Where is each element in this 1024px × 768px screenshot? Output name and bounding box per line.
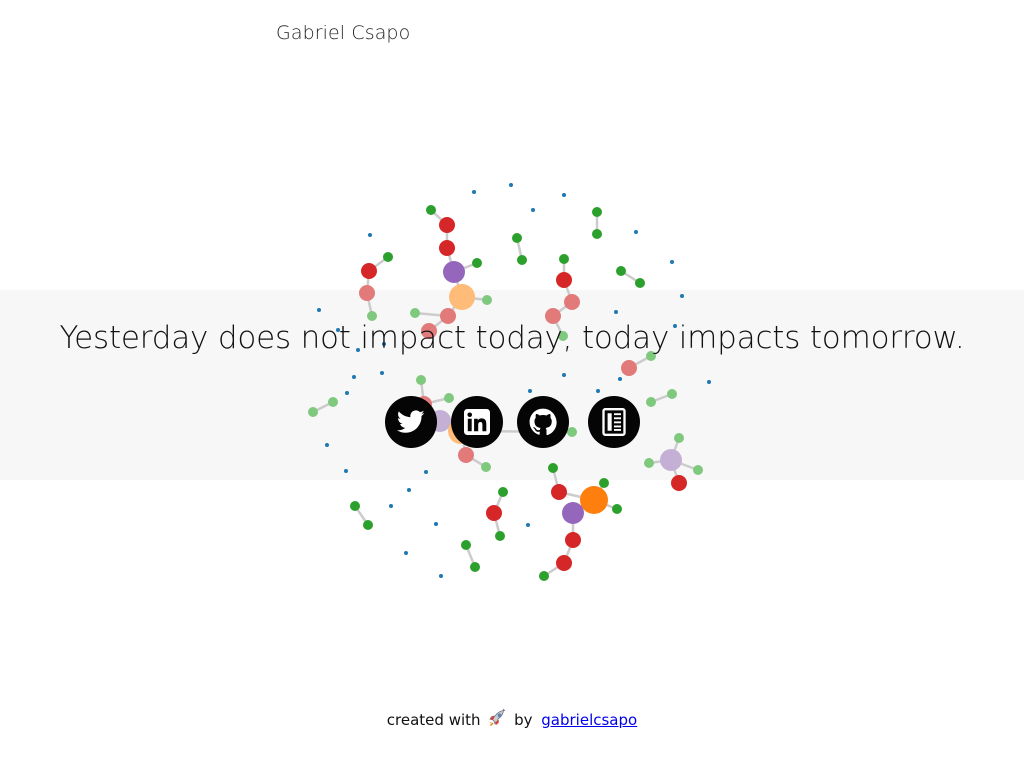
- graph-node: [472, 258, 482, 268]
- graph-node: [567, 427, 577, 437]
- graph-node: [616, 266, 626, 276]
- linkedin-button[interactable]: [451, 396, 503, 448]
- graph-node: [551, 484, 567, 500]
- graph-node: [439, 240, 455, 256]
- graph-node: [592, 229, 602, 239]
- graph-dot: [424, 470, 428, 474]
- linkedin-icon: [464, 409, 490, 435]
- graph-node: [461, 540, 471, 550]
- graph-dot: [509, 183, 513, 187]
- graph-node: [328, 397, 338, 407]
- twitter-button[interactable]: [385, 396, 437, 448]
- graph-node: [660, 449, 682, 471]
- graph-dot: [380, 371, 384, 375]
- graph-node: [621, 360, 637, 376]
- graph-node: [612, 504, 622, 514]
- graph-node: [564, 294, 580, 310]
- graph-node: [308, 407, 318, 417]
- graph-node: [439, 217, 455, 233]
- graph-dot: [596, 389, 600, 393]
- graph-node: [350, 501, 360, 511]
- graph-dot: [562, 193, 566, 197]
- page: Gabriel Csapo Yesterday does not impact …: [0, 0, 1024, 768]
- graph-node: [486, 505, 502, 521]
- graph-node: [667, 389, 677, 399]
- graph-dot: [352, 375, 356, 379]
- graph-node: [674, 433, 684, 443]
- graph-node: [458, 447, 474, 463]
- graph-node: [599, 478, 609, 488]
- graph-dot: [680, 294, 684, 298]
- graph-dot: [531, 208, 535, 212]
- graph-dot: [344, 469, 348, 473]
- footer-created-with: created with: [386, 711, 481, 729]
- graph-node: [482, 295, 492, 305]
- graph-dot: [439, 574, 443, 578]
- graph-node: [635, 278, 645, 288]
- author-link[interactable]: gabrielcsapo: [541, 711, 637, 729]
- graph-node: [539, 571, 549, 581]
- graph-node: [481, 462, 491, 472]
- graph-node: [410, 308, 420, 318]
- graph-node: [359, 285, 375, 301]
- twitter-icon: [397, 410, 425, 433]
- graph-node: [363, 520, 373, 530]
- graph-node: [556, 272, 572, 288]
- graph-dot: [634, 230, 638, 234]
- footer: created with by gabrielcsapo: [0, 708, 1024, 732]
- github-button[interactable]: [517, 396, 569, 448]
- graph-dot: [389, 504, 393, 508]
- graph-node: [443, 261, 465, 283]
- graph-node: [517, 255, 527, 265]
- graph-node: [495, 531, 505, 541]
- graph-node: [559, 254, 569, 264]
- molecule-graph: [308, 183, 711, 581]
- graph-node: [416, 375, 426, 385]
- github-icon: [529, 408, 557, 436]
- graph-node: [580, 486, 608, 514]
- hero-quote: Yesterday does not impact today, today i…: [59, 320, 965, 356]
- graph-dot: [670, 260, 674, 264]
- graph-node: [383, 252, 393, 262]
- graph-node: [671, 475, 687, 491]
- graph-node: [470, 562, 480, 572]
- graph-node: [426, 205, 436, 215]
- graph-node: [449, 284, 475, 310]
- newspaper-icon: [602, 408, 626, 436]
- graph-node: [512, 233, 522, 243]
- graph-dot: [526, 523, 530, 527]
- blog-button[interactable]: [588, 396, 640, 448]
- graph-dot: [407, 488, 411, 492]
- rocket-icon: [487, 708, 507, 732]
- graph-dot: [618, 377, 622, 381]
- graph-node: [498, 487, 508, 497]
- graph-dot: [404, 551, 408, 555]
- graph-node: [565, 532, 581, 548]
- graph-dot: [614, 310, 618, 314]
- graph-node: [592, 207, 602, 217]
- graph-dot: [368, 233, 372, 237]
- graph-node: [548, 463, 558, 473]
- graph-node: [562, 502, 584, 524]
- graph-node: [444, 393, 454, 403]
- graph-node: [693, 465, 703, 475]
- footer-by: by: [514, 711, 533, 729]
- graph-dot: [528, 389, 532, 393]
- graph-dot: [472, 190, 476, 194]
- graph-node: [556, 555, 572, 571]
- graph-node: [644, 458, 654, 468]
- graph-dot: [325, 443, 329, 447]
- graph-dot: [562, 373, 566, 377]
- graph-dot: [707, 380, 711, 384]
- graph-dot: [345, 391, 349, 395]
- graph-node: [361, 263, 377, 279]
- graph-dot: [317, 308, 321, 312]
- graph-dot: [434, 522, 438, 526]
- graph-node: [646, 397, 656, 407]
